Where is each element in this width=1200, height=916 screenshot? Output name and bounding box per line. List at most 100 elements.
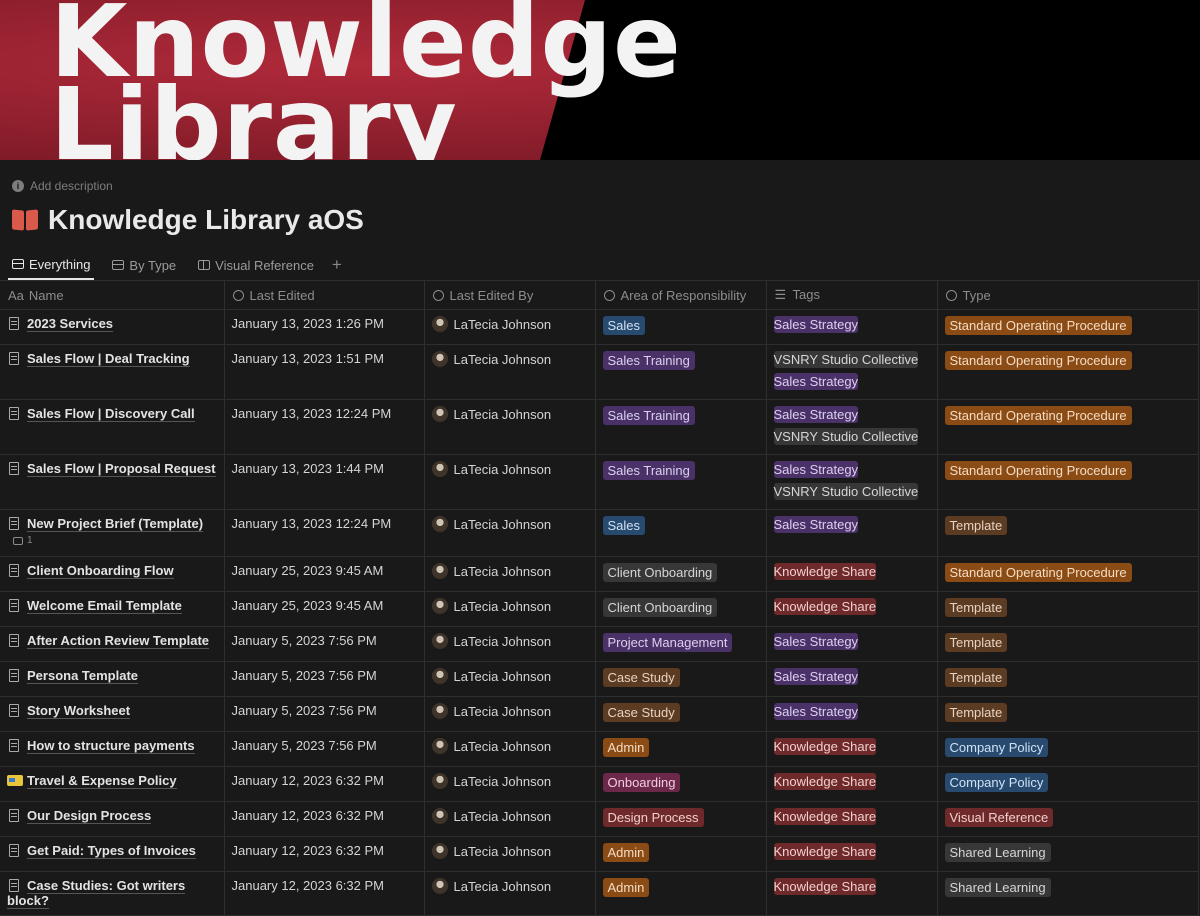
cell-area[interactable]: Sales Training [595, 344, 767, 400]
column-header-last-edited-by[interactable]: Last Edited By [424, 281, 596, 310]
cell-tags[interactable]: Sales Strategy [766, 309, 938, 345]
cell-type[interactable]: Standard Operating Procedure [937, 556, 1199, 592]
cell-type[interactable]: Template [937, 509, 1199, 557]
table-row[interactable]: Sales Flow | Discovery Call January 13, 2… [0, 399, 1199, 455]
cell-area[interactable]: Sales Training [595, 399, 767, 455]
cell-area[interactable]: Sales [595, 509, 767, 557]
tab-visual-reference[interactable]: Visual Reference [194, 250, 318, 280]
cell-type[interactable]: Template [937, 591, 1199, 627]
cell-name[interactable]: After Action Review Template [0, 626, 225, 662]
row-title[interactable]: Persona Template [27, 668, 139, 684]
table-row[interactable]: New Project Brief (Template) 1 January 13,… [0, 509, 1199, 557]
cell-area[interactable]: Case Study [595, 696, 767, 732]
table-row[interactable]: How to structure payments January 5, 2023… [0, 731, 1199, 767]
row-title[interactable]: Get Paid: Types of Invoices [27, 843, 196, 859]
page-icon [9, 704, 19, 717]
column-header-type[interactable]: Type [937, 281, 1199, 310]
cell-type[interactable]: Standard Operating Procedure [937, 309, 1199, 345]
cell-tags[interactable]: Sales Strategy [766, 696, 938, 732]
cell-area[interactable]: Design Process [595, 801, 767, 837]
column-header-tags[interactable]: ☰ Tags [766, 281, 938, 310]
cell-type[interactable]: Visual Reference [937, 801, 1199, 837]
cell-name[interactable]: Story Worksheet [0, 696, 225, 732]
table-row[interactable]: Persona Template January 5, 2023 7:56 PM L… [0, 661, 1199, 697]
cell-type[interactable]: Company Policy [937, 766, 1199, 802]
row-title[interactable]: Case Studies: Got writers block? [7, 878, 186, 909]
row-title[interactable]: 2023 Services [27, 316, 114, 332]
column-header-area[interactable]: Area of Responsibility [595, 281, 767, 310]
cell-name[interactable]: 2023 Services [0, 309, 225, 345]
cell-type[interactable]: Template [937, 661, 1199, 697]
cell-tags[interactable]: VSNRY Studio Collective Sales Strategy [766, 344, 938, 400]
row-title[interactable]: Travel & Expense Policy [27, 773, 177, 789]
cell-area[interactable]: Admin [595, 871, 767, 916]
cell-area[interactable]: Project Management [595, 626, 767, 662]
cell-tags[interactable]: Knowledge Share [766, 766, 938, 802]
row-title[interactable]: How to structure payments [27, 738, 195, 754]
table-row[interactable]: Case Studies: Got writers block? January … [0, 871, 1199, 916]
cell-name[interactable]: Welcome Email Template [0, 591, 225, 627]
cell-tags[interactable]: Sales Strategy [766, 509, 938, 557]
row-title[interactable]: Welcome Email Template [27, 598, 182, 614]
table-row[interactable]: Travel & Expense Policy January 12, 2023 … [0, 766, 1199, 802]
table-row[interactable]: Client Onboarding Flow January 25, 2023 9… [0, 556, 1199, 592]
add-description-button[interactable]: i Add description [12, 178, 1188, 194]
table-row[interactable]: Welcome Email Template January 25, 2023 9… [0, 591, 1199, 627]
table-row[interactable]: Sales Flow | Proposal Request January 13,… [0, 454, 1199, 510]
table-row[interactable]: Story Worksheet January 5, 2023 7:56 PM La… [0, 696, 1199, 732]
column-header-last-edited[interactable]: Last Edited [224, 281, 425, 310]
cell-tags[interactable]: Sales Strategy VSNRY Studio Collective [766, 454, 938, 510]
cell-area[interactable]: Admin [595, 731, 767, 767]
cell-tags[interactable]: Knowledge Share [766, 556, 938, 592]
row-title[interactable]: Our Design Process [27, 808, 152, 824]
cell-name[interactable]: Our Design Process [0, 801, 225, 837]
row-title[interactable]: Sales Flow | Deal Tracking [27, 351, 190, 367]
column-header-name[interactable]: Aa Name [0, 281, 225, 310]
row-title[interactable]: Sales Flow | Discovery Call [27, 406, 195, 422]
cell-area[interactable]: Client Onboarding [595, 556, 767, 592]
page-title[interactable]: Knowledge Library aOS [48, 204, 364, 236]
comment-count[interactable]: 1 [13, 535, 217, 546]
cell-type[interactable]: Template [937, 696, 1199, 732]
cell-area[interactable]: Case Study [595, 661, 767, 697]
cell-name[interactable]: New Project Brief (Template) 1 [0, 509, 225, 557]
cell-type[interactable]: Template [937, 626, 1199, 662]
row-title[interactable]: Sales Flow | Proposal Request [27, 461, 216, 477]
cell-name[interactable]: How to structure payments [0, 731, 225, 767]
row-title[interactable]: Client Onboarding Flow [27, 563, 174, 579]
cell-name[interactable]: Travel & Expense Policy [0, 766, 225, 802]
cell-name[interactable]: Client Onboarding Flow [0, 556, 225, 592]
cell-tags[interactable]: Knowledge Share [766, 871, 938, 916]
cell-area[interactable]: Sales [595, 309, 767, 345]
cell-tags[interactable]: Sales Strategy VSNRY Studio Collective [766, 399, 938, 455]
table-row[interactable]: After Action Review Template January 5, 2… [0, 626, 1199, 662]
cell-tags[interactable]: Sales Strategy [766, 626, 938, 662]
cell-type[interactable]: Standard Operating Procedure [937, 399, 1199, 455]
table-row[interactable]: Our Design Process January 12, 2023 6:32 … [0, 801, 1199, 837]
cell-type[interactable]: Company Policy [937, 731, 1199, 767]
cell-name[interactable]: Persona Template [0, 661, 225, 697]
table-row[interactable]: 2023 Services January 13, 2023 1:26 PM LaT… [0, 309, 1199, 345]
table-row[interactable]: Sales Flow | Deal Tracking January 13, 20… [0, 344, 1199, 400]
cell-name[interactable]: Sales Flow | Deal Tracking [0, 344, 225, 400]
cell-tags[interactable]: Knowledge Share [766, 591, 938, 627]
cell-tags[interactable]: Knowledge Share [766, 731, 938, 767]
cell-name[interactable]: Sales Flow | Proposal Request [0, 454, 225, 510]
tab-by-type[interactable]: By Type [108, 250, 180, 280]
cell-tags[interactable]: Sales Strategy [766, 661, 938, 697]
cell-type[interactable]: Standard Operating Procedure [937, 454, 1199, 510]
cell-type[interactable]: Shared Learning [937, 871, 1199, 916]
cell-type[interactable]: Standard Operating Procedure [937, 344, 1199, 400]
cell-area[interactable]: Client Onboarding [595, 591, 767, 627]
add-view-button[interactable]: + [332, 255, 342, 275]
row-title[interactable]: After Action Review Template [27, 633, 210, 649]
row-title[interactable]: New Project Brief (Template) [27, 516, 204, 532]
cell-area[interactable]: Sales Training [595, 454, 767, 510]
cell-name[interactable]: Case Studies: Got writers block? [0, 871, 225, 916]
cell-area[interactable]: Onboarding [595, 766, 767, 802]
cell-name[interactable]: Sales Flow | Discovery Call [0, 399, 225, 455]
row-title[interactable]: Story Worksheet [27, 703, 131, 719]
cell-tags[interactable]: Knowledge Share [766, 801, 938, 837]
tab-everything[interactable]: Everything [8, 250, 95, 280]
open-book-icon[interactable] [12, 209, 38, 231]
